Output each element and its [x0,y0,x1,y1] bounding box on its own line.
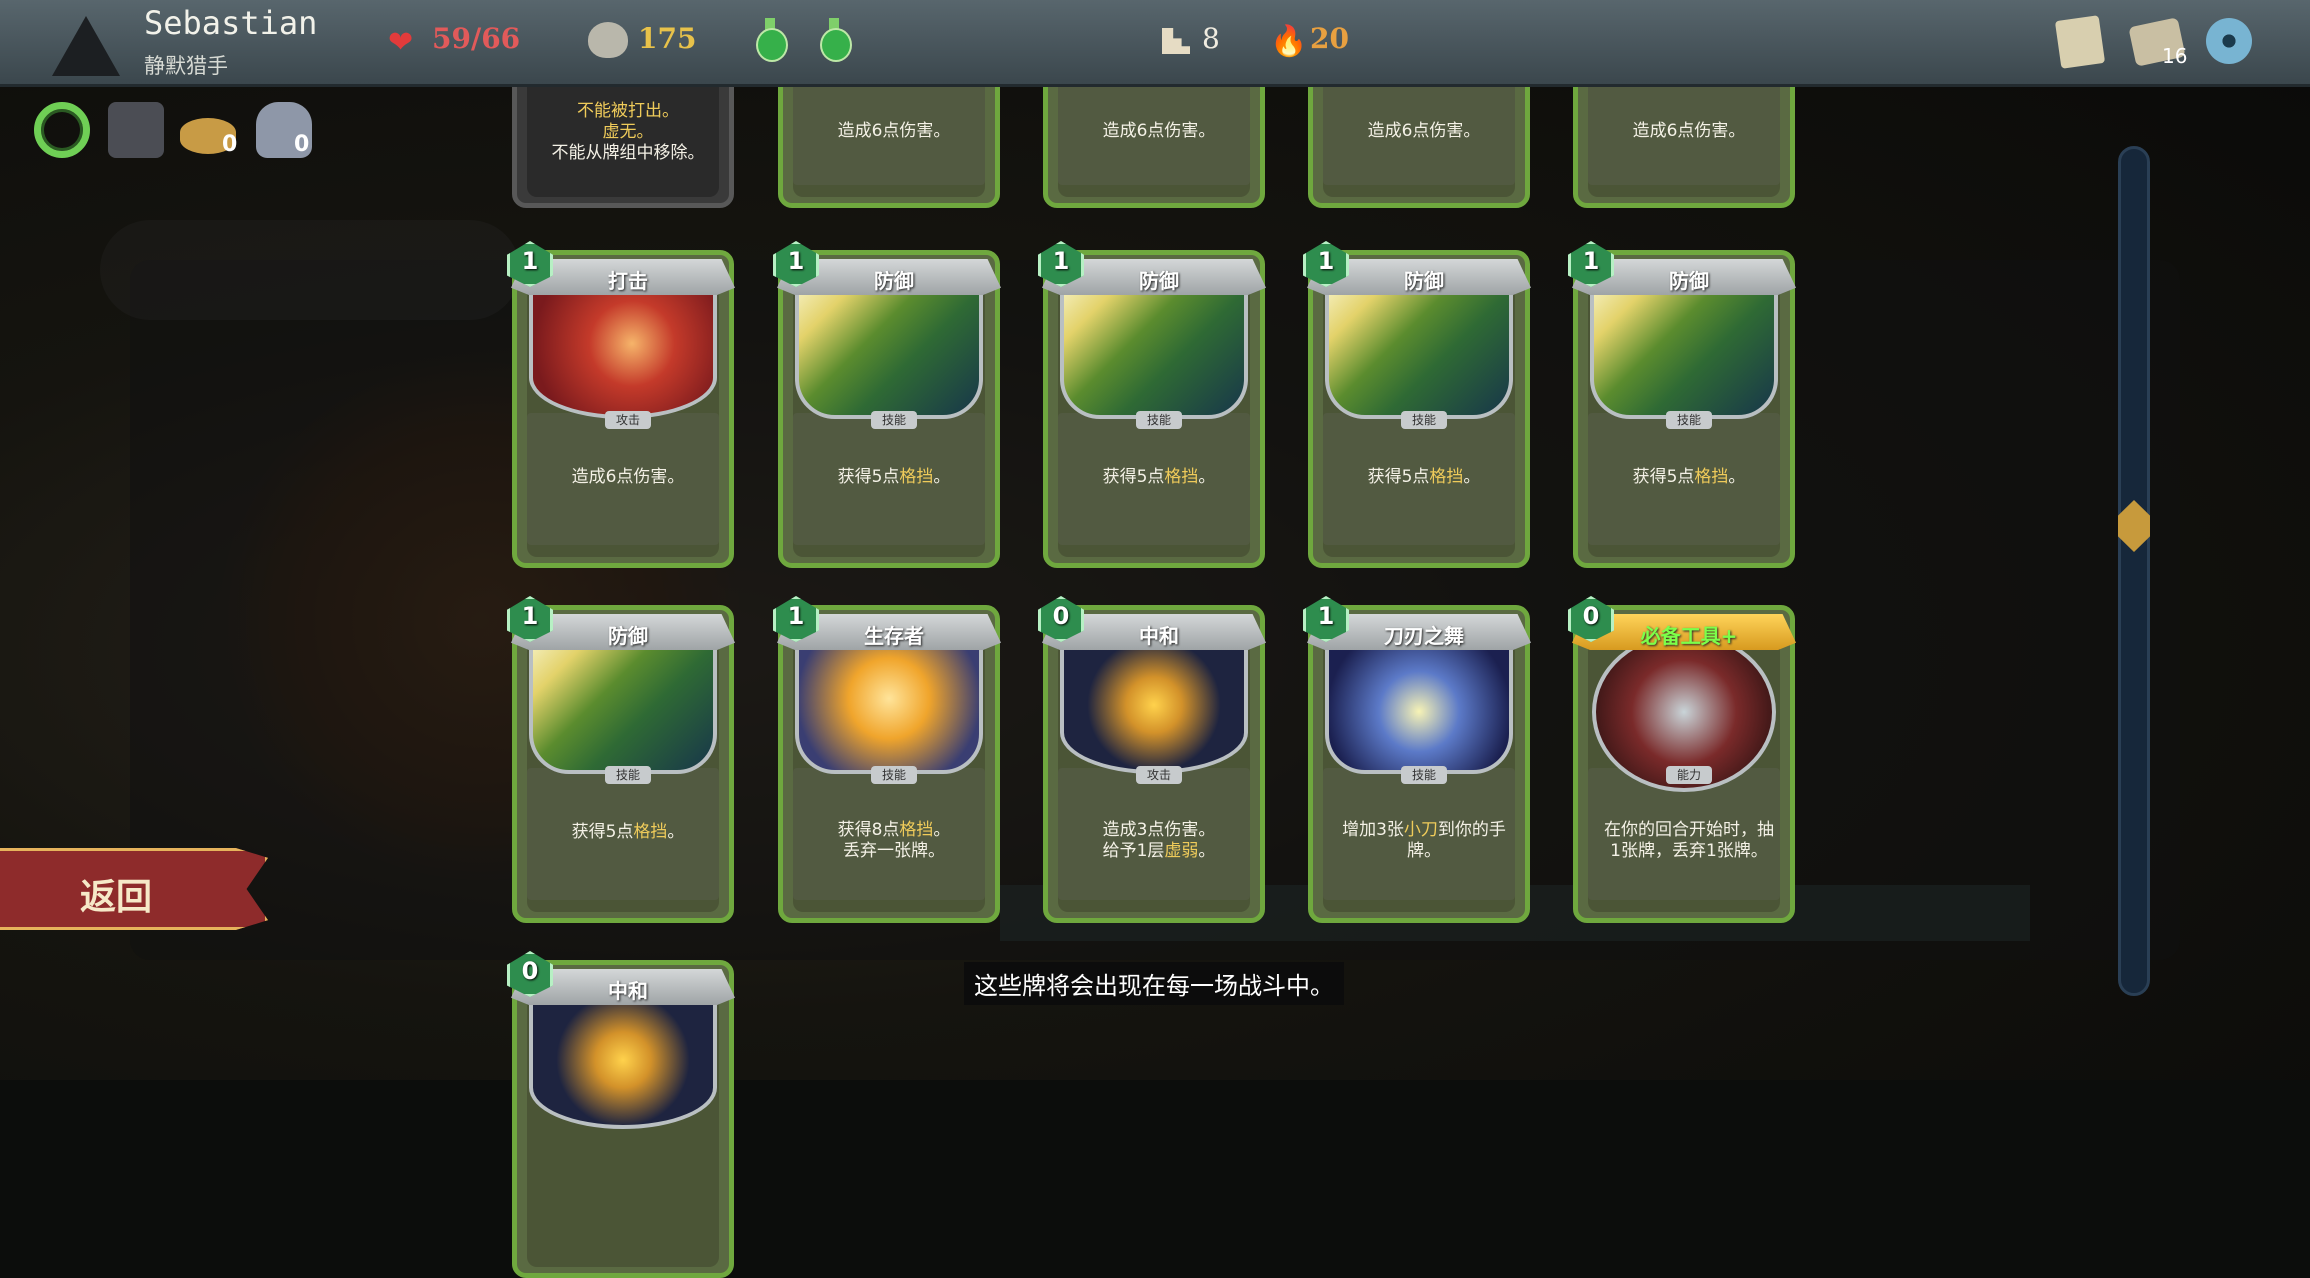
card-neutralize[interactable]: 中和 0 [507,951,735,1278]
dagger-art-icon [529,281,717,419]
card-type: 技能 [1136,411,1182,429]
card-cost: 1 [521,602,539,630]
card-desc-line: 虚无。 [602,122,654,142]
relic-counter: 0 [222,132,238,157]
defend-art-icon [795,281,983,419]
card-description: 获得5点格挡。 [837,467,951,487]
card-description: 造成6点伤害。 [1367,121,1481,141]
deck-count: 16 [2162,44,2188,68]
card-description: 获得5点格挡。 [1632,467,1746,487]
heart-icon: ❤ [388,25,414,60]
card-description: 造成6点伤害。 [571,467,685,487]
box-icon[interactable] [108,102,164,158]
scales-art-icon [1060,636,1248,774]
card-tools-of-the-trade[interactable]: 必备工具+ 0 能力 在你的回合开始时，抽 1张牌，丢弃1张牌。 [1568,596,1796,923]
top-bar: Sebastian 静默猎手 ❤ 59/66 175 8 🔥 20 16 [0,0,2310,87]
defend-art-icon [529,636,717,774]
potion-icon[interactable] [752,18,788,62]
hp-value: 59/66 [432,22,521,55]
card-cost: 1 [1582,247,1600,275]
relic-counter: 0 [294,132,310,157]
character-name: Sebastian [144,4,318,42]
card-neutralize[interactable]: 中和 0 攻击 造成3点伤害。 给予1层虚弱。 [1038,596,1266,923]
card-cost: 1 [521,247,539,275]
card-cost: 0 [521,957,539,985]
card-desc-line: 不能从牌组中移除。 [551,143,705,163]
floor-icon [1162,28,1190,54]
gold-value: 175 [638,22,697,55]
card-description: 造成6点伤害。 [1632,121,1746,141]
card-cost: 0 [1052,602,1070,630]
card-defend[interactable]: 防御 1 技能 获得5点格挡。 [507,596,735,923]
card-defend[interactable]: 防御 1 技能 获得5点格挡。 [773,241,1001,568]
card-type: 技能 [1401,766,1447,784]
settings-gear-icon[interactable] [2206,18,2252,64]
fist-art-icon [795,636,983,774]
character-icon [52,16,120,76]
background-scroll [100,220,520,320]
card-desc-line: 不能被打出。 [577,101,679,121]
card-type: 技能 [1666,411,1712,429]
card-type: 能力 [1666,766,1712,784]
card-blade-dance[interactable]: 刀刃之舞 1 技能 增加3张小刀到你的手 牌。 [1303,596,1531,923]
card-defend[interactable]: 防御 1 技能 获得5点格挡。 [1303,241,1531,568]
scrollbar-track[interactable] [2118,146,2150,996]
scales-art-icon [529,991,717,1129]
ascension-flame-icon: 🔥 [1270,24,1308,59]
card-type: 技能 [871,766,917,784]
deck-tip-text: 这些牌将会出现在每一场战斗中。 [964,962,1344,1005]
card-type: 技能 [1401,411,1447,429]
card-cost: 1 [787,602,805,630]
card-description: 在你的回合开始时，抽 1张牌，丢弃1张牌。 [1604,820,1774,861]
gold-bag-icon [588,22,628,58]
card-cost: 1 [1317,602,1335,630]
defend-art-icon [1060,281,1248,419]
ring-of-snake-icon[interactable] [34,102,90,158]
defend-art-icon [1325,281,1513,419]
back-button-label: 返回 [80,877,153,918]
card-defend[interactable]: 防御 1 技能 获得5点格挡。 [1568,241,1796,568]
card-description: 造成3点伤害。 给予1层虚弱。 [1102,820,1216,861]
character-class: 静默猎手 [144,54,228,78]
card-cost: 1 [1052,247,1070,275]
card-description: 增加3张小刀到你的手 牌。 [1342,820,1506,861]
card-description: 获得5点格挡。 [571,822,685,842]
card-cost: 1 [787,247,805,275]
card-description: 获得8点格挡。 丢弃一张牌。 [837,820,951,861]
card-survivor[interactable]: 生存者 1 技能 获得8点格挡。 丢弃一张牌。 [773,596,1001,923]
card-cost: 1 [1317,247,1335,275]
card-type: 技能 [605,766,651,784]
potion-icon[interactable] [816,18,852,62]
card-description: 造成6点伤害。 [1102,121,1216,141]
blade-dance-art-icon [1325,636,1513,774]
card-defend[interactable]: 防御 1 技能 获得5点格挡。 [1038,241,1266,568]
card-description: 获得5点格挡。 [1102,467,1216,487]
card-cost: 0 [1582,602,1600,630]
card-type: 技能 [871,411,917,429]
card-strike[interactable]: 打击 1 攻击 造成6点伤害。 [507,241,735,568]
card-description: 获得5点格挡。 [1367,467,1481,487]
map-icon[interactable] [2054,15,2106,69]
defend-art-icon [1590,281,1778,419]
card-type: 攻击 [605,411,651,429]
floor-value: 8 [1202,22,1220,55]
ascension-value: 20 [1310,22,1349,55]
card-description: 造成6点伤害。 [837,121,951,141]
card-type: 攻击 [1136,766,1182,784]
